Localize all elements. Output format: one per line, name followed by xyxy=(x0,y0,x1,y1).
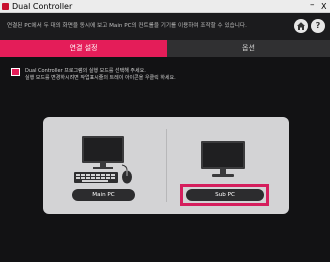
header-description: 연결된 PC에서 두 대의 화면을 동시에 보고 Main PC의 컨트롤을 기… xyxy=(7,23,247,29)
info-icon xyxy=(11,68,20,76)
monitor-icon xyxy=(201,141,245,177)
selection-highlight xyxy=(180,184,269,206)
notice-line-1: Dual Controller 프로그램의 실행 모드를 선택해 주세요. xyxy=(25,68,146,74)
notice-line-2: 실행 모드를 변경하시려면 작업표시줄의 트레이 아이콘을 우클릭 하세요. xyxy=(25,75,176,81)
minimize-button[interactable]: – xyxy=(310,0,315,12)
tab-connection-settings[interactable]: 연결 설정 xyxy=(0,40,167,57)
home-button[interactable] xyxy=(294,19,308,33)
help-button[interactable]: ? xyxy=(311,19,325,33)
title-bar: Dual Controller – X xyxy=(0,0,330,13)
mode-selection-panel: Main PC Sub PC xyxy=(43,117,289,214)
tab-options[interactable]: 옵션 xyxy=(167,40,330,57)
tab-bar: 연결 설정 옵션 xyxy=(0,40,330,57)
panel-divider xyxy=(166,129,167,202)
app-logo-icon xyxy=(2,3,9,10)
window-title: Dual Controller xyxy=(12,2,73,11)
notice: Dual Controller 프로그램의 실행 모드를 선택해 주세요. 실행… xyxy=(11,67,311,87)
home-icon xyxy=(297,22,305,30)
desktop-pc-icon xyxy=(74,136,132,184)
close-button[interactable]: X xyxy=(321,0,326,13)
main-pc-button[interactable]: Main PC xyxy=(72,189,135,201)
main-window: 연결된 PC에서 두 대의 화면을 동시에 보고 Main PC의 컨트롤을 기… xyxy=(0,13,330,262)
header: 연결된 PC에서 두 대의 화면을 동시에 보고 Main PC의 컨트롤을 기… xyxy=(0,13,330,40)
